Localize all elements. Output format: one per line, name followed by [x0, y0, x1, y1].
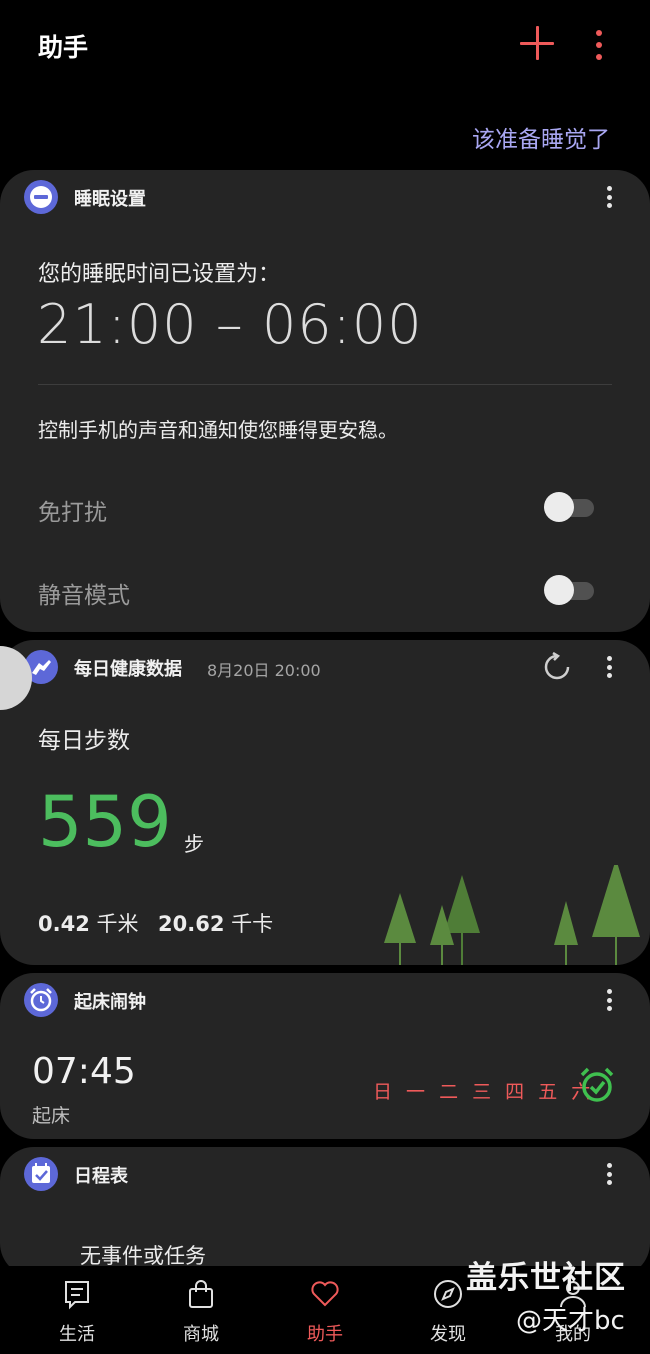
more-options-icon[interactable]: [604, 989, 614, 1011]
nav-label: 生活: [59, 1324, 95, 1345]
distance-unit: 千米: [96, 912, 139, 936]
alarm-label: 起床: [32, 1105, 71, 1127]
alarm-repeat-days: 日 一 二 三 四 五 六: [373, 1081, 595, 1103]
sleep-label: 您的睡眠时间已设置为：: [38, 262, 281, 287]
card-header: 每日健康数据 8月20日 20:00: [24, 650, 626, 686]
steps-unit: 步: [184, 832, 204, 856]
divider: [38, 384, 612, 385]
note-icon: [65, 1281, 89, 1310]
silent-mode-toggle[interactable]: [544, 575, 594, 605]
distance-value: 0.42: [38, 912, 90, 936]
card-title: 睡眠设置: [74, 189, 146, 210]
shopping-bag-icon: [189, 1280, 213, 1308]
distance-stat: 0.42 千米: [38, 908, 139, 938]
nav-label: 助手: [307, 1324, 343, 1345]
more-options-icon[interactable]: [604, 1163, 614, 1185]
alarm-enabled-icon[interactable]: [578, 1066, 616, 1104]
card-title: 起床闹钟: [74, 992, 146, 1013]
alarm-clock-icon: [24, 983, 58, 1017]
do-not-disturb-row[interactable]: 免打扰: [38, 487, 594, 527]
card-title: 日程表: [74, 1166, 128, 1187]
nav-label: 发现: [430, 1324, 466, 1345]
nav-label: 商城: [183, 1324, 219, 1345]
top-bar: 助手: [0, 0, 650, 90]
nav-item-mall[interactable]: 商城: [155, 1276, 247, 1346]
more-options-icon[interactable]: [592, 30, 606, 60]
data-timestamp: 8月20日 20:00: [207, 661, 321, 680]
refresh-icon[interactable]: [542, 651, 572, 682]
do-not-disturb-icon: [24, 180, 58, 214]
calories-stat: 20.62 千卡: [158, 908, 273, 938]
toggle-label: 静音模式: [38, 583, 130, 609]
nav-item-assistant[interactable]: 助手: [279, 1276, 371, 1346]
card-header: 起床闹钟: [24, 983, 626, 1019]
more-options-icon[interactable]: [604, 656, 614, 678]
sleep-time-range[interactable]: 21:00 – 06:00: [37, 293, 423, 356]
steps-label: 每日步数: [38, 728, 130, 754]
sleep-description: 控制手机的声音和通知使您睡得更安稳。: [38, 418, 398, 442]
calories-unit: 千卡: [231, 912, 274, 936]
wake-up-alarm-card[interactable]: 起床闹钟 07:45 起床 日 一 二 三 四 五 六: [0, 973, 650, 1139]
card-header: 睡眠设置: [24, 180, 626, 216]
nav-item-life[interactable]: 生活: [31, 1276, 123, 1346]
steps-count: 559: [38, 781, 172, 863]
compass-icon: [434, 1280, 462, 1308]
daily-health-card[interactable]: 每日健康数据 8月20日 20:00 每日步数 559 步 0.42 千米 20…: [0, 640, 650, 965]
heart-icon: [311, 1281, 339, 1307]
calendar-check-icon: [24, 1157, 58, 1191]
bedtime-hint[interactable]: 该准备睡觉了: [472, 120, 610, 154]
do-not-disturb-toggle[interactable]: [544, 492, 594, 522]
card-header: 日程表: [24, 1157, 626, 1193]
watermark-community: 盖乐世社区: [466, 1260, 626, 1296]
toggle-label: 免打扰: [38, 500, 107, 526]
calories-value: 20.62: [158, 912, 225, 936]
silent-mode-row[interactable]: 静音模式: [38, 570, 594, 610]
trees-illustration: [384, 865, 640, 965]
card-title: 每日健康数据: [74, 659, 182, 680]
sleep-settings-card[interactable]: 睡眠设置 您的睡眠时间已设置为： 21:00 – 06:00 控制手机的声音和通…: [0, 170, 650, 632]
page-title: 助手: [38, 33, 89, 62]
more-options-icon[interactable]: [604, 186, 614, 208]
alarm-time[interactable]: 07:45: [32, 1051, 136, 1092]
watermark-author: @天才bc: [516, 1306, 625, 1336]
add-icon[interactable]: [520, 26, 554, 60]
